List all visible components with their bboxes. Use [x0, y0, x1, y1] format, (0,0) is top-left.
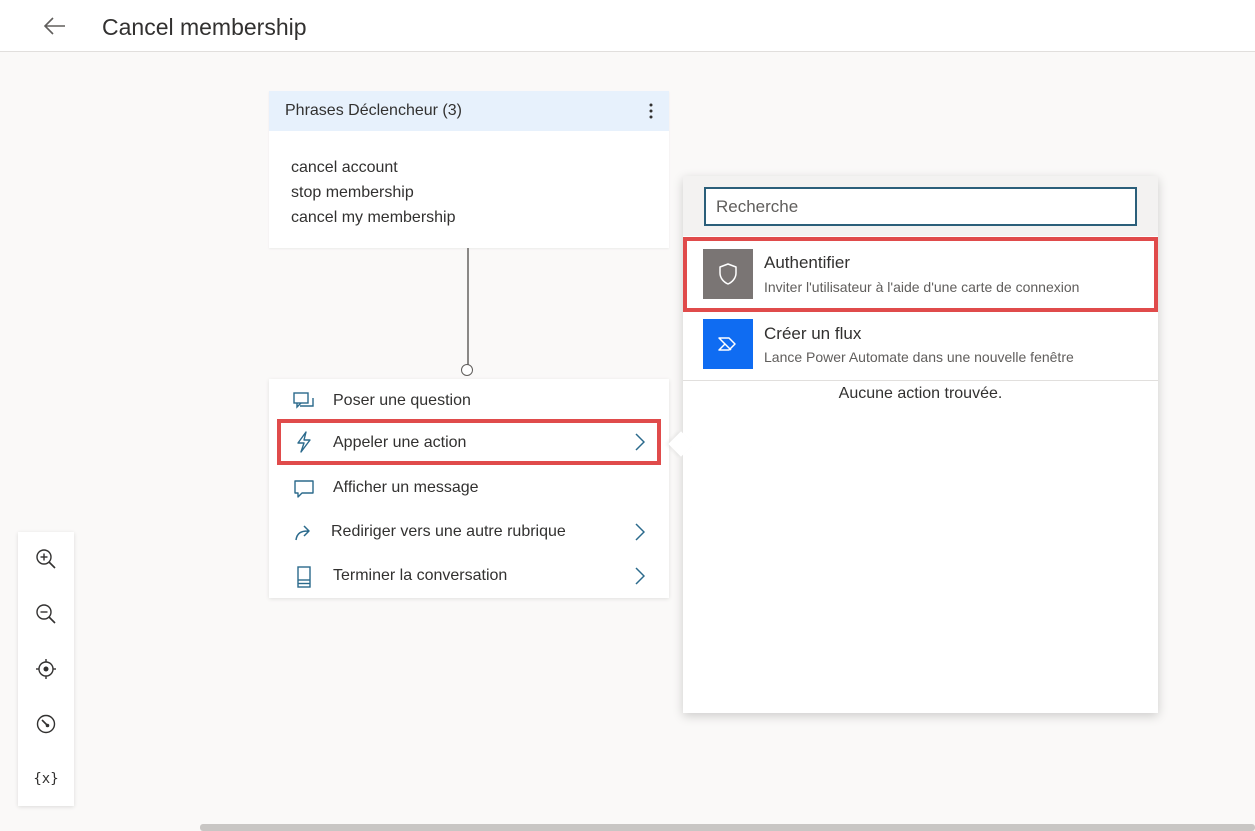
no-actions-message: Aucune action trouvée.	[838, 385, 1003, 402]
action-title: Authentifier	[764, 253, 850, 272]
action-icon-tile	[703, 319, 753, 369]
minimap-button[interactable]	[30, 708, 62, 740]
minimap-icon	[36, 714, 56, 734]
chat-question-icon	[293, 391, 315, 413]
more-options-button[interactable]	[641, 99, 661, 123]
add-node-handle[interactable]	[461, 364, 473, 376]
power-automate-icon	[718, 337, 736, 351]
recenter-icon	[36, 659, 56, 679]
action-search-bar	[683, 176, 1158, 236]
add-node-menu: Poser une question Appeler une action Af…	[269, 379, 669, 598]
horizontal-scrollbar[interactable]	[200, 824, 1255, 831]
message-icon	[293, 478, 315, 500]
menu-item-label: Poser une question	[333, 392, 471, 409]
trigger-phrase-list: cancel account stop membership cancel my…	[269, 131, 669, 230]
menu-item-ask-question[interactable]: Poser une question	[277, 381, 661, 421]
zoom-out-button[interactable]	[30, 598, 62, 630]
variables-icon: {x}	[33, 771, 59, 787]
zoom-in-button[interactable]	[30, 543, 62, 575]
variables-button[interactable]: {x}	[30, 763, 62, 795]
popup-divider	[683, 380, 1158, 381]
zoom-in-icon	[36, 549, 56, 569]
action-item-authenticate[interactable]: Authentifier Inviter l'utilisateur à l'a…	[683, 237, 1158, 312]
trigger-card-title: Phrases Déclencheur (3)	[285, 102, 462, 119]
action-description: Lance Power Automate dans une nouvelle f…	[764, 349, 1074, 365]
redirect-arrow-icon	[293, 522, 315, 544]
trigger-phrase: cancel my membership	[291, 209, 456, 226]
menu-item-label: Rediriger vers une autre rubrique	[331, 523, 566, 540]
action-icon-tile	[703, 249, 753, 299]
shield-icon	[719, 263, 737, 285]
more-vertical-icon	[649, 103, 653, 119]
back-button[interactable]	[40, 12, 70, 40]
action-description: Inviter l'utilisateur à l'aide d'une car…	[764, 279, 1080, 295]
zoom-out-icon	[36, 604, 56, 624]
page-title: Cancel membership	[102, 14, 307, 40]
action-search-input[interactable]	[704, 187, 1137, 226]
menu-item-label: Afficher un message	[333, 479, 479, 496]
lightning-icon	[293, 431, 315, 453]
end-conversation-icon	[293, 566, 315, 588]
menu-item-label: Appeler une action	[333, 434, 467, 451]
trigger-phrase: stop membership	[291, 184, 414, 201]
chevron-right-icon	[633, 523, 647, 541]
call-action-popup: Authentifier Inviter l'utilisateur à l'a…	[683, 176, 1158, 713]
trigger-phrases-card[interactable]: Phrases Déclencheur (3) cancel account s…	[269, 91, 669, 248]
recenter-button[interactable]	[30, 653, 62, 685]
chevron-right-icon	[633, 567, 647, 585]
action-item-create-flow[interactable]: Créer un flux Lance Power Automate dans …	[683, 312, 1158, 382]
menu-item-end-conversation[interactable]: Terminer la conversation	[277, 556, 661, 596]
back-arrow-icon	[43, 17, 65, 35]
menu-item-redirect-topic[interactable]: Rediriger vers une autre rubrique	[277, 512, 661, 552]
trigger-phrase: cancel account	[291, 159, 398, 176]
node-connector-line	[467, 248, 469, 365]
canvas-zoom-toolbar: {x}	[18, 532, 74, 806]
menu-item-call-action[interactable]: Appeler une action	[277, 419, 661, 465]
menu-item-label: Terminer la conversation	[333, 567, 508, 584]
menu-item-show-message[interactable]: Afficher un message	[277, 468, 661, 508]
trigger-card-header: Phrases Déclencheur (3)	[269, 91, 669, 131]
chevron-right-icon	[633, 433, 647, 451]
page-header: Cancel membership	[0, 0, 1255, 52]
action-title: Créer un flux	[764, 324, 862, 343]
